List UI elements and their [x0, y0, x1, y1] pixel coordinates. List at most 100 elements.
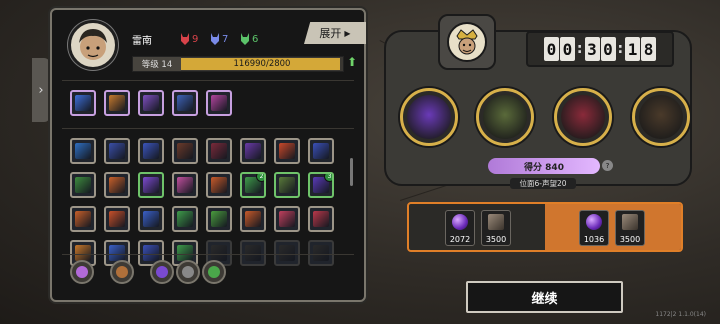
skill-slot[interactable]: [138, 172, 164, 198]
xp-text: 116990/2800: [233, 59, 291, 69]
lightning-fist-icon: [75, 95, 91, 111]
flame-arrow-icon: [245, 211, 261, 227]
skill-slot[interactable]: [138, 206, 164, 232]
skill-slot[interactable]: [138, 90, 164, 116]
reward-bonus-area: [545, 204, 681, 250]
skill-slot[interactable]: [274, 206, 300, 232]
skill-slot[interactable]: [172, 172, 198, 198]
skill-slot[interactable]: 3: [308, 172, 334, 198]
red-fox-mask-icon: [181, 33, 189, 45]
elapsed-timer: 0 0 : 3 0 : 1 8: [526, 31, 674, 67]
timer-digit: 0: [559, 37, 575, 61]
filter-button[interactable]: [202, 260, 226, 284]
skill-slot[interactable]: [274, 172, 300, 198]
skill-slot[interactable]: [70, 206, 96, 232]
score-pill: 得分 840: [488, 158, 600, 174]
resource-blue: 7: [210, 32, 228, 46]
dark-rune-icon: [177, 143, 193, 159]
reward-item: 1036: [579, 210, 609, 246]
skill-slot[interactable]: [172, 138, 198, 164]
hero-portrait[interactable]: [554, 88, 612, 146]
help-icon[interactable]: ?: [602, 160, 613, 171]
crowned-boss-icon: [456, 29, 478, 55]
skill-slot[interactable]: [104, 172, 130, 198]
skill-slot[interactable]: [308, 206, 334, 232]
hero-portrait[interactable]: [632, 88, 690, 146]
arcane-burst-icon: [143, 143, 159, 159]
glasses-kid-hero-icon: [639, 95, 683, 139]
storm-slash-icon: [177, 95, 193, 111]
filter-button[interactable]: [70, 260, 94, 284]
skill-slot[interactable]: [274, 138, 300, 164]
expand-label: 展开: [319, 27, 342, 40]
divider: [62, 254, 354, 255]
skill-slot[interactable]: [70, 90, 96, 116]
ring-link-icon: [109, 211, 125, 227]
skill-slot[interactable]: [104, 138, 130, 164]
play-triangle-icon: ▶: [344, 28, 351, 38]
purple-blade-hero-icon: [407, 95, 451, 139]
blue-blade-icon: [75, 143, 91, 159]
lightning-net-icon: [313, 143, 329, 159]
level-up-arrow-icon[interactable]: ⬆: [347, 55, 357, 69]
reward-item: 2072: [445, 210, 475, 246]
green-chevron-icon: [75, 177, 91, 193]
continue-button[interactable]: 继续: [466, 281, 623, 313]
resource-red: 9: [180, 32, 198, 46]
barrier-grid-icon: [279, 177, 295, 193]
skill-slot[interactable]: [138, 138, 164, 164]
skill-slot[interactable]: [206, 138, 232, 164]
skill-slot[interactable]: [308, 138, 334, 164]
scrollbar[interactable]: [350, 158, 353, 186]
blue-fox-mask-icon: [211, 33, 219, 45]
crimson-mask-hero-icon: [561, 95, 605, 139]
skill-slot[interactable]: [240, 240, 266, 266]
purple-pot-icon: [76, 266, 88, 278]
green-fox-mask-icon: [241, 33, 249, 45]
skill-slot[interactable]: [172, 90, 198, 116]
timer-digit: 1: [625, 37, 641, 61]
hero-portrait[interactable]: [476, 88, 534, 146]
skill-slot[interactable]: [240, 206, 266, 232]
expand-button[interactable]: 展开 ▶: [304, 22, 366, 44]
timer-digit: 3: [584, 37, 600, 61]
orange-slash-icon: [75, 211, 91, 227]
collapse-tab[interactable]: ›: [32, 58, 50, 122]
purple-orb-icon: [586, 214, 602, 230]
skill-slot[interactable]: [70, 138, 96, 164]
reward-item: 3500: [481, 210, 511, 246]
filter-button[interactable]: [150, 260, 174, 284]
skill-slot[interactable]: [206, 90, 232, 116]
hero-portrait[interactable]: [400, 88, 458, 146]
skill-slot[interactable]: [104, 206, 130, 232]
rank-label: 位面6-声望20: [510, 178, 576, 189]
filter-button[interactable]: [176, 260, 200, 284]
filter-button[interactable]: [110, 260, 134, 284]
boss-portrait: [438, 14, 496, 70]
skill-slot[interactable]: [206, 172, 232, 198]
timer-digit: 8: [641, 37, 657, 61]
treasure-chest-icon: [109, 95, 125, 111]
divider: [62, 128, 354, 129]
chevron-right-icon: ›: [38, 82, 44, 98]
skill-slot[interactable]: [274, 240, 300, 266]
reward-item: 3500: [615, 210, 645, 246]
player-avatar[interactable]: [68, 20, 118, 70]
fire-beam-icon: [279, 143, 295, 159]
skill-slot[interactable]: [240, 138, 266, 164]
level-label: 等级 14: [133, 57, 181, 71]
blood-claw-icon: [211, 143, 227, 159]
bronze-coin-icon: [116, 266, 128, 278]
flame-feather-icon: [109, 177, 125, 193]
skill-slot[interactable]: 2: [240, 172, 266, 198]
skill-slot[interactable]: [70, 172, 96, 198]
skill-slot[interactable]: [172, 206, 198, 232]
skill-slot[interactable]: [104, 90, 130, 116]
empty-slot-icon: [279, 245, 295, 261]
skill-slot[interactable]: [308, 240, 334, 266]
pink-crystal-icon: [177, 177, 193, 193]
amber-orb-icon: [75, 245, 91, 261]
pink-spear-icon: [279, 211, 295, 227]
green-drop-icon: [208, 266, 220, 278]
skill-slot[interactable]: [206, 206, 232, 232]
